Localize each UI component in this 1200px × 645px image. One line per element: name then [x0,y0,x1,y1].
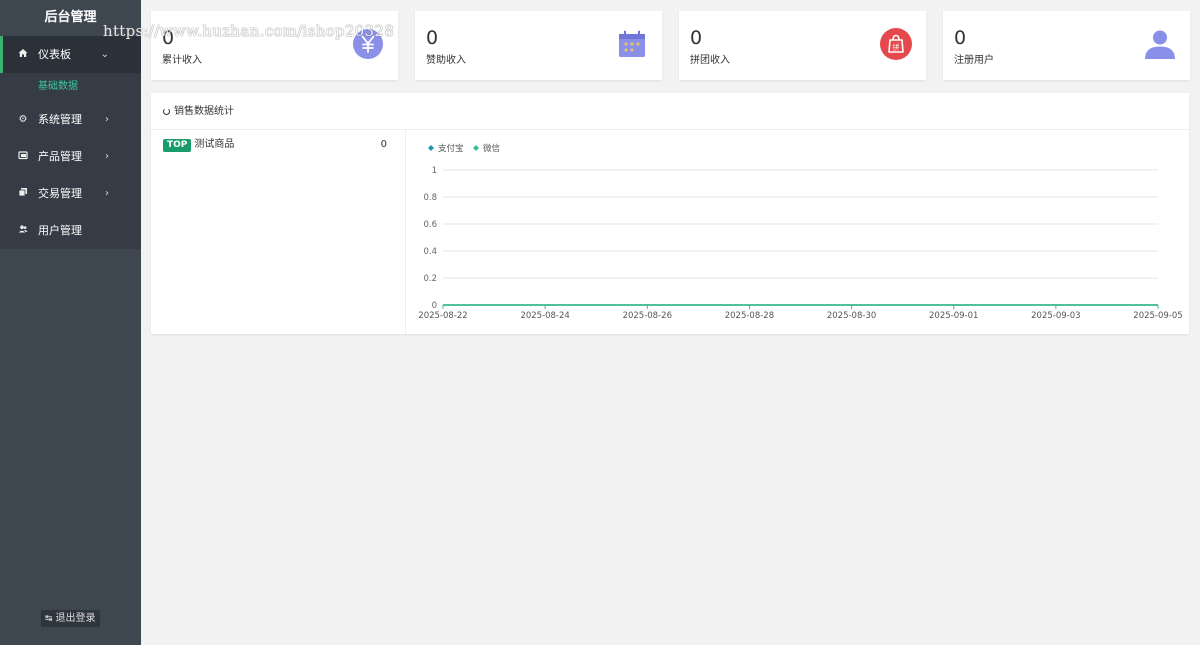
stat-value: 0 [426,27,439,49]
sidebar: 后台管理 仪表板 ⌄ 基础数据 ⚙ 系统管理 › 产品管理 › 交易管理 › 用… [0,0,141,645]
legend-marker [473,145,479,151]
logout-label: 退出登录 [55,613,96,624]
stat-value: 0 [162,27,175,49]
stat-label: 拼团收入 [690,55,730,66]
sidebar-nav: 仪表板 ⌄ 基础数据 ⚙ 系统管理 › 产品管理 › 交易管理 › 用户管理 [0,36,141,249]
top-products-list: TOP 测试商品 0 [151,130,406,334]
sidebar-subitem-basic-data[interactable]: 基础数据 [0,73,141,101]
user-icon [1145,30,1175,59]
product-icon [17,138,29,175]
x-tick-label: 2025-09-05 [1133,311,1182,321]
home-icon [17,36,29,73]
x-tick-label: 2025-08-22 [418,311,467,321]
stat-value: 0 [690,27,703,49]
stat-card-sponsor-income: 0 赞助收入 [415,11,662,80]
sidebar-item-label: 用户管理 [38,224,82,237]
shopping-bag-icon: 拼 [880,28,912,60]
x-tick-label: 2025-08-28 [725,311,774,321]
logout-icon: ↹ [45,614,53,624]
stat-label: 赞助收入 [426,55,466,66]
refresh-icon [163,108,170,115]
legend-marker [428,145,434,151]
top-product-count: 0 [380,139,387,150]
y-tick-label: 1 [432,166,437,176]
list-item[interactable]: TOP 测试商品 0 [163,138,387,152]
x-tick-label: 2025-09-01 [929,311,978,321]
chart-svg: 0 0.2 0.4 0.6 0.8 1 2025-08-22 2025-08-24 2025-0… [418,143,1182,321]
sidebar-item-product[interactable]: 产品管理 › [0,138,141,175]
sidebar-item-dashboard[interactable]: 仪表板 ⌄ [0,36,141,73]
stat-card-total-income: 0 累计收入 [151,11,398,80]
stat-value: 0 [954,27,967,49]
sidebar-item-trade[interactable]: 交易管理 › [0,175,141,212]
panel-header: 销售数据统计 [151,93,1189,130]
x-tick-label: 2025-09-03 [1031,311,1080,321]
sidebar-item-label: 交易管理 [38,187,82,200]
y-tick-label: 0.8 [423,193,437,203]
users-icon [17,212,29,249]
stat-card-group-income: 0 拼团收入 拼 [679,11,926,80]
sidebar-item-system[interactable]: ⚙ 系统管理 › [0,101,141,138]
stat-label: 注册用户 [954,55,994,66]
chevron-right-icon: › [105,114,109,125]
top-product-name: 测试商品 [194,139,235,150]
chevron-right-icon: › [105,151,109,162]
y-tick-label: 0.4 [423,247,437,257]
sidebar-item-label: 产品管理 [38,150,82,163]
yuan-icon [353,29,383,59]
y-tick-label: 0.2 [423,274,437,284]
gear-icon: ⚙ [18,114,28,125]
brand-title: 后台管理 [44,10,97,25]
sidebar-item-user[interactable]: 用户管理 [0,212,141,249]
x-tick-label: 2025-08-26 [623,311,672,321]
panel-title: 销售数据统计 [174,106,234,117]
y-tick-label: 0 [432,301,437,311]
sales-stats-panel: 销售数据统计 TOP 测试商品 0 0 0.2 0.4 0.6 0.8 1 2025-08-2… [151,93,1189,334]
sidebar-item-label: 系统管理 [38,113,82,126]
copy-icon [17,175,29,212]
x-tick-label: 2025-08-24 [520,311,569,321]
x-tick-label: 2025-08-30 [827,311,876,321]
sidebar-item-label: 仪表板 [38,48,71,61]
chevron-right-icon: › [105,188,109,199]
stat-card-registered-users: 0 注册用户 [943,11,1190,80]
logout-button[interactable]: ↹ 退出登录 [41,610,100,627]
legend-label: 支付宝 [438,143,464,154]
legend-label: 微信 [483,143,501,154]
chevron-down-icon: ⌄ [100,49,109,60]
svg-text:拼: 拼 [893,43,900,52]
stat-label: 累计收入 [162,55,202,66]
top-badge: TOP [163,139,192,152]
sales-line-chart: 0 0.2 0.4 0.6 0.8 1 2025-08-22 2025-08-24 2025-0… [406,130,1189,334]
calendar-icon [619,30,645,57]
y-tick-label: 0.6 [423,220,437,230]
